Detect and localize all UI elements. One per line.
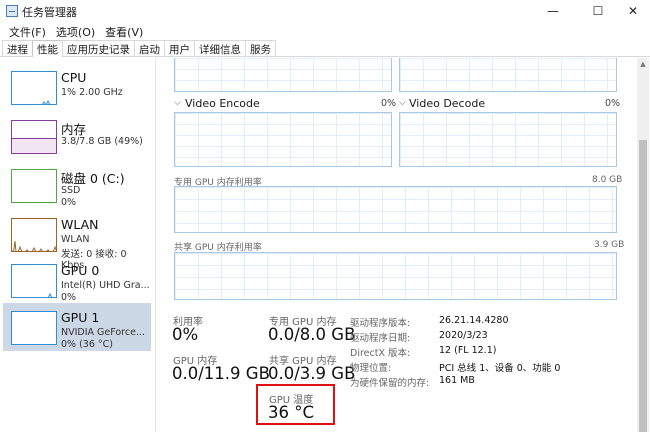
dedicated-mem-graph (174, 186, 617, 233)
minimize-button[interactable]: — (536, 0, 570, 22)
directx-version-label: DirectX 版本: (350, 348, 411, 359)
physical-location-value: PCI 总线 1、设备 0、功能 0 (439, 363, 561, 374)
physical-location-label: 物理位置: (350, 363, 392, 374)
utilization-value: 0% (172, 325, 199, 344)
tab-performance[interactable]: 性能 (32, 40, 63, 57)
menu-view[interactable]: 查看(V) (100, 22, 148, 40)
device-name: CPU (61, 70, 87, 85)
title-bar: 任务管理器 — ☐ ✕ (0, 0, 650, 22)
tab-services[interactable]: 服务 (245, 40, 276, 56)
driver-date-value: 2020/3/23 (439, 330, 488, 341)
device-name: GPU 0 (61, 263, 100, 278)
video-decode-value: 0% (605, 98, 621, 109)
device-usage: 0% (61, 197, 77, 208)
device-list: CPU 1% 2.00 GHz 内存 3.8/7.8 GB (49%) 磁盘 0… (0, 58, 156, 432)
directx-version-value: 12 (FL 12.1) (439, 345, 497, 356)
driver-date-label: 驱动程序日期: (350, 333, 411, 344)
device-name: GPU 1 (61, 310, 100, 325)
device-usage: 0% (61, 292, 77, 303)
device-detail: SSD (61, 185, 81, 196)
device-name: WLAN (61, 217, 99, 232)
task-manager-icon (6, 5, 18, 17)
dedicated-mem-graph-max: 8.0 GB (592, 175, 623, 185)
engine-graph-top-left (174, 58, 392, 92)
device-gpu-0[interactable]: GPU 0 Intel(R) UHD Gra... 0% (3, 256, 151, 304)
gpu0-thumbnail-graph (11, 264, 57, 298)
shared-mem-graph-max: 3.9 GB (594, 240, 625, 250)
tab-app-history[interactable]: 应用历史记录 (62, 40, 135, 56)
device-detail: NVIDIA GeForce... (61, 327, 146, 338)
gpu1-thumbnail-graph (11, 311, 57, 345)
shared-mem-graph (174, 252, 617, 300)
tab-startup[interactable]: 启动 (134, 40, 165, 56)
video-encode-graph (174, 112, 392, 167)
device-detail: Intel(R) UHD Gra... (61, 280, 150, 291)
driver-version-label: 驱动程序版本: (350, 318, 411, 329)
disk-thumbnail-graph (11, 169, 57, 203)
tab-details[interactable]: 详细信息 (194, 40, 246, 56)
device-disk[interactable]: 磁盘 0 (C:) SSD 0% (3, 161, 151, 209)
video-decode-label: Video Decode (409, 97, 486, 110)
hardware-reserved-label: 为硬件保留的内存: (350, 378, 430, 389)
cpu-thumbnail-graph (11, 71, 57, 105)
tab-bar: 进程 性能 应用历史记录 启动 用户 详细信息 服务 (0, 40, 650, 57)
device-gpu-1[interactable]: GPU 1 NVIDIA GeForce... 0% (36 °C) (3, 303, 151, 351)
tab-users[interactable]: 用户 (164, 40, 195, 56)
device-memory[interactable]: 内存 3.8/7.8 GB (49%) (3, 112, 151, 160)
temperature-highlight-box (256, 384, 335, 425)
shared-mem-value: 0.0/3.9 GB (268, 364, 356, 383)
video-encode-value: 0% (381, 98, 397, 109)
device-wlan[interactable]: WLAN WLAN 发送: 0 接收: 0 Kbps (3, 210, 151, 271)
video-decode-graph (399, 112, 617, 167)
chevron-down-icon[interactable]: ⌵ (174, 98, 181, 108)
menu-bar: 文件(F) 选项(O) 查看(V) (0, 22, 650, 40)
driver-version-value: 26.21.14.4280 (439, 315, 509, 326)
device-usage: 0% (36 °C) (61, 339, 113, 350)
menu-file[interactable]: 文件(F) (4, 22, 51, 40)
device-detail: 3.8/7.8 GB (49%) (61, 136, 143, 147)
hardware-reserved-value: 161 MB (439, 375, 475, 386)
scroll-up-icon[interactable]: ▲ (638, 60, 648, 70)
wlan-thumbnail-graph (11, 218, 57, 252)
device-detail: WLAN (61, 234, 90, 245)
chevron-down-icon[interactable]: ⌵ (399, 98, 406, 108)
gpu-mem-value: 0.0/11.9 GB (172, 364, 270, 383)
engine-graph-top-right (399, 58, 617, 92)
close-button[interactable]: ✕ (616, 0, 650, 22)
menu-options[interactable]: 选项(O) (51, 22, 100, 40)
window-title: 任务管理器 (22, 6, 77, 19)
device-detail: 1% 2.00 GHz (61, 87, 123, 98)
memory-thumbnail-graph (11, 120, 57, 154)
dedicated-mem-value: 0.0/8.0 GB (268, 325, 356, 344)
device-cpu[interactable]: CPU 1% 2.00 GHz (3, 63, 151, 111)
maximize-button[interactable]: ☐ (581, 0, 615, 22)
scrollbar-thumb[interactable] (639, 140, 647, 432)
video-encode-label: Video Encode (185, 97, 260, 110)
tab-processes[interactable]: 进程 (2, 40, 33, 56)
